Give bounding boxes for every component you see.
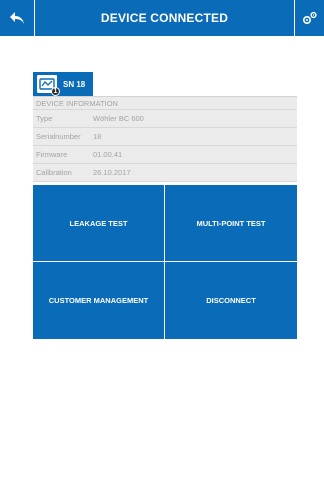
device-info-header: DEVICE INFORMATION: [33, 97, 297, 110]
multi-point-test-button[interactable]: MULTI-POINT TEST: [165, 185, 297, 262]
info-row-serialnumber: Serialnumber 18: [33, 128, 297, 146]
device-badge: 1: [51, 87, 60, 96]
device-info-panel: DEVICE INFORMATION Type Wöhler BC 600 Se…: [33, 96, 297, 182]
info-key: Serialnumber: [36, 132, 81, 141]
info-value: 18: [93, 132, 102, 141]
device-tab[interactable]: 1 SN 18: [33, 72, 93, 96]
action-grid: LEAKAGE TEST MULTI-POINT TEST CUSTOMER M…: [33, 185, 297, 339]
customer-management-button[interactable]: CUSTOMER MANAGEMENT: [33, 262, 165, 339]
info-key: Calibration: [36, 168, 72, 177]
info-value: 26.10.2017: [93, 168, 131, 177]
gears-icon: [302, 11, 317, 25]
back-arrow-icon: [10, 12, 24, 24]
info-row-calibration: Calibration 26.10.2017: [33, 164, 297, 182]
leakage-test-button[interactable]: LEAKAGE TEST: [33, 185, 165, 262]
page-title: DEVICE CONNECTED: [100, 11, 229, 25]
device-tab-label: SN 18: [63, 79, 86, 89]
top-bar: DEVICE CONNECTED: [0, 0, 324, 36]
back-button[interactable]: [0, 0, 35, 36]
info-value: 01.00.41: [93, 150, 123, 159]
info-value: Wöhler BC 600: [93, 114, 144, 123]
device-icon: 1: [37, 75, 60, 96]
disconnect-button[interactable]: DISCONNECT: [165, 262, 297, 339]
info-row-firmware: Firmware 01.00.41: [33, 146, 297, 164]
info-key: Type: [36, 114, 53, 123]
info-row-type: Type Wöhler BC 600: [33, 110, 297, 128]
settings-button[interactable]: [294, 0, 324, 36]
info-key: Firmware: [36, 150, 68, 159]
